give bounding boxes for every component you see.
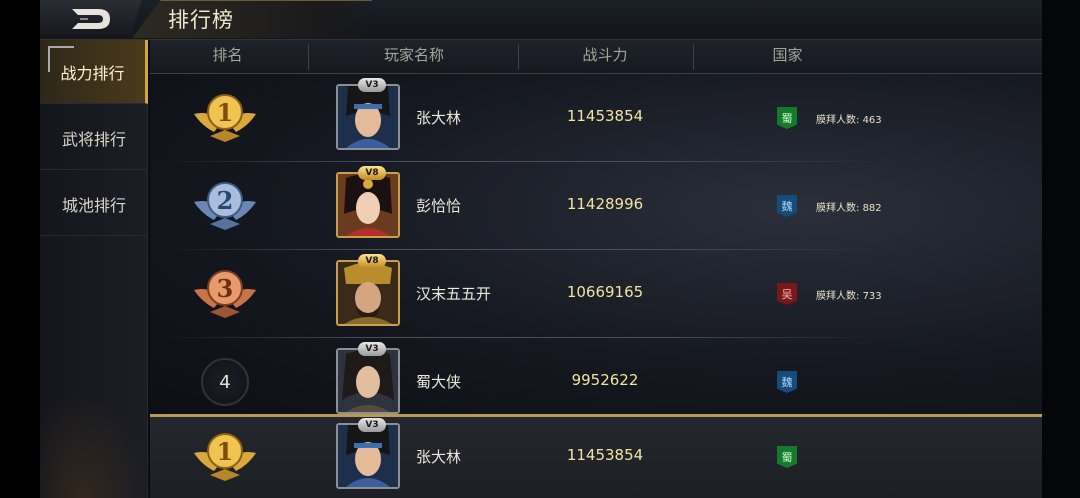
column-header-nation: 国家 (772, 46, 803, 64)
table-row[interactable]: 2 V8 彭恰恰 11428996 魏 膜拜人数: 882 (150, 162, 1080, 250)
my-rank-row[interactable]: 1 V3 张大林 11453854 蜀 (150, 414, 1080, 498)
player-name: 彭恰恰 (416, 197, 462, 215)
table-header: 排名 玩家名称 战斗力 国家 (150, 40, 1080, 74)
avatar[interactable] (336, 84, 400, 150)
worship-number: 733 (862, 291, 882, 302)
sidebar: 战力排行 武将排行 城池排行 (40, 40, 148, 498)
column-header-power: 战斗力 (582, 46, 628, 64)
sidebar-background-art (40, 388, 148, 498)
nation-badge: 魏 (777, 195, 797, 217)
warrior-portrait-icon (338, 86, 398, 148)
svg-text:2: 2 (217, 186, 234, 215)
header-bar: 排行榜 (40, 0, 1042, 40)
power-value: 11428996 (566, 195, 644, 213)
right-letterbox (1042, 0, 1080, 498)
ranking-list[interactable]: 1 V3 张大林 11453854 蜀 膜拜人数: 463 2 V8 彭恰恰 1… (150, 74, 1080, 414)
sidebar-item-power-rank[interactable]: 战力排行 (40, 40, 148, 104)
left-letterbox (0, 0, 40, 498)
sidebar-item-label: 城池排行 (61, 195, 126, 215)
power-value: 10669165 (566, 283, 644, 301)
my-power-value: 11453854 (566, 446, 644, 464)
swordsman-portrait-icon (338, 350, 398, 412)
general-portrait-icon (338, 262, 398, 324)
back-arrow-icon (72, 9, 110, 29)
worship-count: 膜拜人数: 733 (816, 287, 882, 302)
nation-badge: 蜀 (777, 107, 797, 129)
vip-badge: V3 (358, 342, 386, 356)
nation-badge: 魏 (777, 371, 797, 393)
player-name: 汉末五五开 (416, 285, 492, 303)
worship-label: 膜拜人数: (816, 291, 860, 302)
avatar[interactable] (336, 260, 400, 326)
my-nation-badge: 蜀 (777, 446, 797, 468)
column-header-player: 玩家名称 (383, 46, 444, 64)
sidebar-item-city-rank[interactable]: 城池排行 (40, 172, 148, 236)
svg-text:3: 3 (217, 274, 234, 303)
silver-medal-icon: 2 (194, 182, 256, 230)
gold-medal-icon: 1 (194, 433, 256, 481)
ranking-screen: 排行榜 战力排行 武将排行 城池排行 排名 玩家名称 战斗力 国家 1 V3 张… (0, 0, 1080, 498)
column-divider (693, 44, 694, 70)
gold-medal-icon: 1 (194, 94, 256, 142)
vip-badge: V3 (358, 418, 386, 432)
worship-count: 膜拜人数: 463 (816, 111, 882, 126)
worship-label: 膜拜人数: (816, 115, 860, 126)
back-button[interactable] (40, 0, 142, 38)
svg-text:1: 1 (217, 98, 234, 127)
worship-number: 463 (862, 115, 882, 126)
avatar[interactable] (336, 348, 400, 414)
sidebar-item-general-rank[interactable]: 武将排行 (40, 106, 148, 170)
page-title: 排行榜 (168, 8, 234, 32)
table-row[interactable]: 1 V3 张大林 11453854 蜀 膜拜人数: 463 (150, 74, 1080, 162)
heroine-portrait-icon (338, 174, 398, 236)
worship-number: 882 (862, 203, 882, 214)
table-row[interactable]: 3 V8 汉末五五开 10669165 吴 膜拜人数: 733 (150, 250, 1080, 338)
power-value: 9952622 (571, 371, 639, 389)
worship-count: 膜拜人数: 882 (816, 199, 882, 214)
avatar[interactable] (336, 172, 400, 238)
column-divider (308, 44, 309, 70)
sidebar-item-label: 武将排行 (61, 129, 126, 149)
vip-badge: V8 (358, 254, 386, 268)
warrior-portrait-icon (338, 425, 398, 487)
corner-decoration-icon (48, 46, 74, 72)
worship-label: 膜拜人数: (816, 203, 860, 214)
rank-number: 4 (201, 358, 249, 406)
table-row[interactable]: 4 V3 蜀大侠 9952622 魏 (150, 338, 1080, 426)
vip-badge: V8 (358, 166, 386, 180)
my-player-name: 张大林 (416, 448, 462, 466)
player-name: 张大林 (416, 109, 462, 127)
bronze-medal-icon: 3 (194, 270, 256, 318)
column-header-rank: 排名 (212, 46, 243, 64)
nation-badge: 吴 (777, 283, 797, 305)
power-value: 11453854 (566, 107, 644, 125)
my-avatar[interactable] (336, 423, 400, 489)
column-divider (518, 44, 519, 70)
player-name: 蜀大侠 (416, 373, 462, 391)
my-rank-number: 1 (217, 437, 234, 466)
vip-badge: V3 (358, 78, 386, 92)
